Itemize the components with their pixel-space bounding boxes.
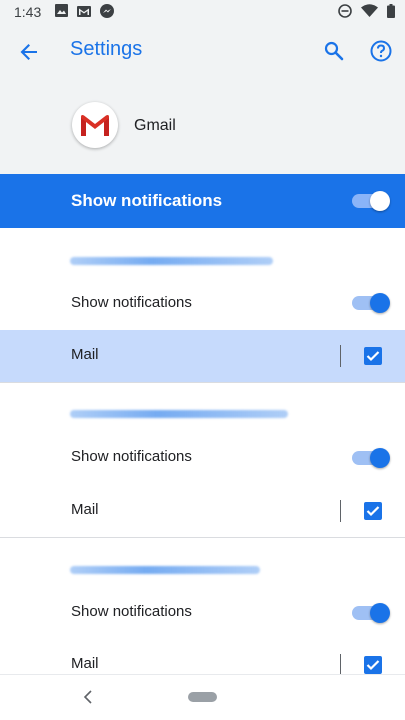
row-divider — [340, 654, 341, 676]
show-notifications-label: Show notifications — [71, 294, 192, 311]
account-1-mail-checkbox[interactable] — [364, 347, 382, 365]
account-2-mail-row[interactable]: Mail — [0, 485, 405, 537]
toggle-thumb — [370, 603, 390, 623]
master-notifications-toggle[interactable] — [352, 191, 390, 211]
account-name-redacted — [70, 257, 273, 265]
section-divider — [0, 382, 405, 383]
show-notifications-label: Show notifications — [71, 603, 192, 620]
back-arrow-icon[interactable] — [16, 39, 42, 65]
account-name-redacted — [70, 566, 260, 574]
mail-label: Mail — [71, 501, 99, 518]
account-2-mail-checkbox[interactable] — [364, 502, 382, 520]
mail-label: Mail — [71, 346, 99, 363]
app-header: Gmail — [0, 80, 405, 174]
account-1-mail-row[interactable]: Mail — [0, 330, 405, 382]
account-1-notifications-toggle[interactable] — [352, 293, 390, 313]
master-notifications-row[interactable]: Show notifications — [0, 174, 405, 228]
account-name-redacted — [70, 410, 288, 418]
messenger-icon — [100, 3, 115, 21]
app-bar: Settings — [0, 24, 405, 80]
nav-home-pill[interactable] — [188, 692, 217, 702]
status-time: 1:43 — [14, 4, 42, 20]
do-not-disturb-icon — [338, 3, 352, 21]
status-bar: 1:43 — [0, 0, 405, 24]
account-2-notifications-row[interactable]: Show notifications — [0, 432, 405, 484]
account-3-notifications-row[interactable]: Show notifications — [0, 587, 405, 639]
master-notifications-label: Show notifications — [71, 191, 223, 210]
row-divider — [340, 345, 341, 367]
system-nav-bar — [0, 674, 405, 720]
mail-label: Mail — [71, 655, 99, 672]
account-1-notifications-row[interactable]: Show notifications — [0, 278, 405, 330]
section-divider — [0, 537, 405, 538]
account-2-notifications-toggle[interactable] — [352, 448, 390, 468]
help-icon[interactable] — [369, 39, 393, 63]
account-3-mail-checkbox[interactable] — [364, 656, 382, 674]
show-notifications-label: Show notifications — [71, 448, 192, 465]
battery-icon — [387, 3, 395, 21]
toggle-thumb — [370, 293, 390, 313]
search-icon[interactable] — [322, 39, 346, 63]
toggle-thumb — [370, 448, 390, 468]
gmail-notification-icon — [77, 4, 92, 20]
image-icon — [55, 4, 69, 20]
row-divider — [340, 500, 341, 522]
page-title: Settings — [70, 38, 143, 60]
account-3-notifications-toggle[interactable] — [352, 603, 390, 623]
toggle-thumb — [370, 191, 390, 211]
nav-back-icon[interactable] — [80, 688, 96, 706]
gmail-logo-icon — [72, 102, 118, 148]
wifi-icon — [361, 4, 378, 20]
app-name: Gmail — [134, 117, 176, 134]
